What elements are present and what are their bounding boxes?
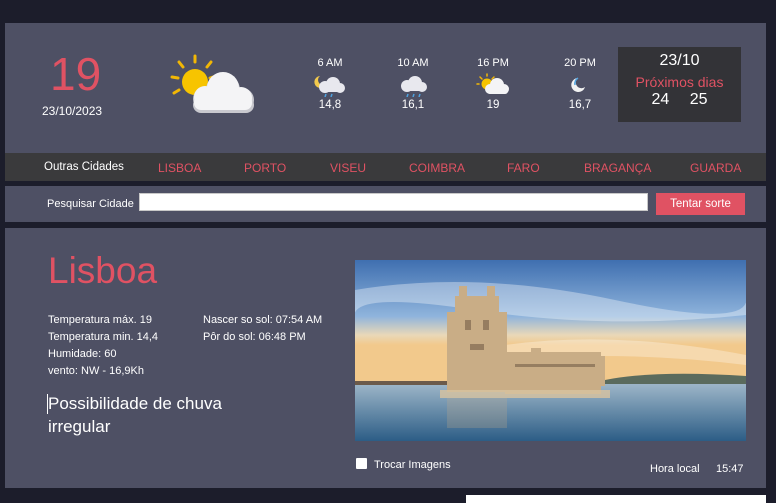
city-link-coimbra[interactable]: COIMBRA [409,161,465,175]
local-time: 15:47 [716,463,744,475]
hourly-forecast-item: 6 AM 14,8 [300,57,360,111]
next-days-list: 24 25 [618,91,741,109]
partly-cloudy-day-icon [476,73,509,94]
night-cloud-drizzle-icon [314,76,345,97]
next-days-label: Próximos dias [635,74,724,90]
sun-times: Nascer so sol: 07:54 AM Pôr do sol: 06:4… [203,312,322,346]
city-link-guarda[interactable]: GUARDA [690,161,741,175]
local-time-label: Hora local [650,463,700,475]
hourly-forecast-item: 20 PM 16,7 [550,57,610,111]
current-weather-panel: 19 23/10/2023 6 AM 14,8 10 AM 16,1 16 PM… [5,23,766,153]
hourly-time: 10 AM [397,57,429,69]
city-name: Lisboa [48,250,158,291]
hourly-forecast-item: 10 AM 16,1 [383,57,443,111]
hourly-forecast-item: 16 PM 19 [463,57,523,111]
city-link-lisboa[interactable]: LISBOA [158,161,201,175]
hourly-time: 6 AM [317,57,343,69]
city-link-faro[interactable]: FARO [507,161,540,175]
cities-bar: Outras Cidades LISBOA PORTO VISEU COIMBR… [5,153,766,181]
city-photo [355,260,746,441]
next-day-item[interactable]: 24 [651,91,669,108]
next-day-item[interactable]: 25 [690,91,708,108]
sunset: Pôr do sol: 06:48 PM [203,331,306,343]
search-label: Pesquisar Cidade [47,198,134,210]
min-temperature: Temperatura min. 14,4 [48,331,159,343]
swap-images-checkbox[interactable] [356,458,367,469]
hourly-temperature: 16,7 [568,99,592,111]
city-link-porto[interactable]: PORTO [244,161,286,175]
next-days-box: 23/10 Próximos dias 24 25 [618,47,741,122]
city-detail-panel: Lisboa Temperatura máx. 19 Temperatura m… [5,228,766,488]
partly-cloudy-day-icon [170,54,254,113]
search-panel: Pesquisar Cidade Tentar sorte [5,186,766,222]
city-link-braganca[interactable]: BRAGANÇA [584,161,651,175]
current-date: 23/10/2023 [42,104,103,118]
swap-images-label: Trocar Imagens [374,459,451,471]
hourly-time: 20 PM [564,57,596,69]
wind: vento: NW - 16,9Kh [48,365,144,377]
try-luck-button[interactable]: Tentar sorte [656,193,745,215]
moon-icon [571,77,585,92]
max-temperature: Temperatura máx. 19 [48,314,152,326]
search-input[interactable] [139,193,648,211]
rain-description[interactable]: Possibilidade de chuva irregular [48,392,288,438]
hourly-temperature: 19 [486,99,500,111]
next-days-date: 23/10 [659,52,700,69]
hourly-temperature: 16,1 [401,99,425,111]
bottom-strip [466,495,766,503]
current-temperature: 19 [50,48,102,100]
hourly-time: 16 PM [477,57,509,69]
humidity: Humidade: 60 [48,348,117,360]
city-link-viseu[interactable]: VISEU [330,161,366,175]
weather-stats: Temperatura máx. 19 Temperatura min. 14,… [48,312,158,380]
cities-label: Outras Cidades [44,161,124,173]
hourly-temperature: 14,8 [318,99,342,111]
sunrise: Nascer so sol: 07:54 AM [203,314,323,326]
cloud-drizzle-icon [401,76,427,97]
